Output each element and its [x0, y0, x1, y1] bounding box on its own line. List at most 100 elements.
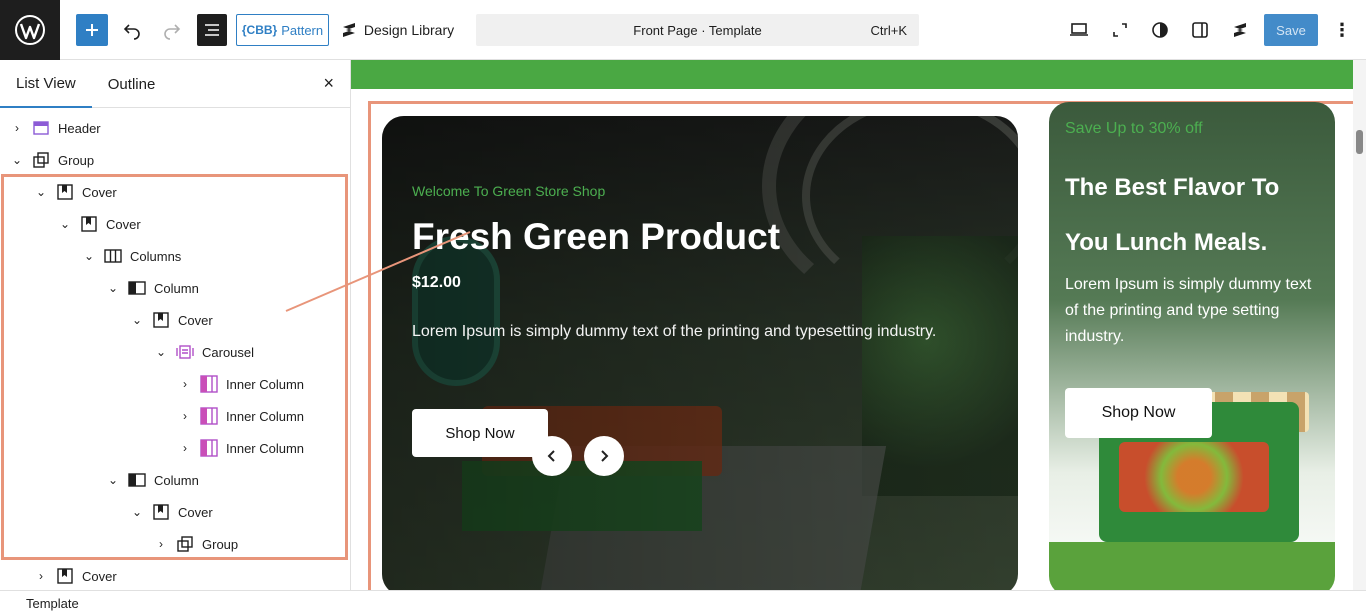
cover-icon: [56, 567, 74, 585]
expand-icon: [1113, 23, 1127, 37]
column-icon: [128, 279, 146, 297]
close-icon[interactable]: ×: [323, 73, 334, 94]
tree-item-group[interactable]: › Group: [154, 528, 238, 560]
plus-icon: [86, 24, 98, 36]
list-view-sidebar: List View Outline × › Header ⌄ Group ⌄ Cover ⌄…: [0, 60, 351, 590]
tree-item-label: Group: [202, 536, 239, 552]
cover-icon: [80, 215, 98, 233]
tree-item-inner-column[interactable]: › Inner Column: [178, 368, 304, 400]
list-view-toggle-button[interactable]: [197, 14, 227, 46]
chevron-down-icon[interactable]: ⌄: [82, 249, 96, 263]
styles-button[interactable]: [1145, 14, 1175, 46]
tree-item-cover[interactable]: › Cover: [34, 560, 117, 592]
tree-item-column[interactable]: ⌄ Column: [106, 272, 199, 304]
tree-item-label: Cover: [178, 312, 213, 328]
promo-shop-now-button[interactable]: Shop Now: [1065, 388, 1212, 438]
tree-item-label: Column: [154, 280, 199, 296]
tree-item-cover[interactable]: ⌄ Cover: [130, 496, 213, 528]
redo-icon: [164, 24, 181, 40]
fullscreen-button[interactable]: [1105, 14, 1135, 46]
carousel-prev-button[interactable]: [532, 436, 572, 476]
sidebar-icon: [1192, 22, 1208, 38]
group-icon: [32, 151, 50, 169]
tree-item-label: Columns: [130, 248, 182, 264]
hero-price[interactable]: $12.00: [412, 274, 461, 292]
tab-list-view[interactable]: List View: [0, 60, 92, 108]
tree-item-cover[interactable]: ⌄ Cover: [130, 304, 213, 336]
tree-item-carousel[interactable]: ⌄ Carousel: [154, 336, 254, 368]
editor-toolbar: {CBB} Pattern Design Library Front Page …: [0, 0, 1366, 60]
chevron-down-icon[interactable]: ⌄: [130, 313, 144, 327]
tree-item-label: Carousel: [202, 344, 255, 360]
tree-item-label: Cover: [178, 504, 213, 520]
cover-icon: [152, 311, 170, 329]
stackable-icon: [1234, 23, 1246, 37]
pattern-label: Pattern: [281, 22, 324, 38]
tree-item-label: Cover: [82, 184, 117, 200]
cover-icon: [56, 183, 74, 201]
tree-item-label: Inner Column: [226, 408, 305, 424]
tree-item-column[interactable]: ⌄ Column: [106, 464, 199, 496]
tree-item-inner-column[interactable]: › Inner Column: [178, 400, 304, 432]
cbb-badge: {CBB}: [241, 23, 278, 37]
scrollbar-thumb[interactable]: [1356, 130, 1363, 154]
undo-button[interactable]: [118, 14, 146, 46]
chevron-down-icon[interactable]: ⌄: [106, 281, 120, 295]
chevron-down-icon[interactable]: ⌄: [10, 153, 24, 167]
carousel-next-button[interactable]: [584, 436, 624, 476]
chevron-right-icon[interactable]: ›: [178, 441, 192, 455]
chevron-right-icon[interactable]: ›: [154, 537, 168, 551]
tree-item-group[interactable]: ⌄ Group: [10, 144, 94, 176]
hero-cover[interactable]: Welcome To Green Store Shop Fresh Green …: [382, 116, 1018, 590]
wordpress-logo-icon[interactable]: [0, 0, 60, 60]
chevron-down-icon[interactable]: ⌄: [58, 217, 72, 231]
hero-title[interactable]: Fresh Green Product: [412, 216, 780, 258]
editor-canvas: Welcome To Green Store Shop Fresh Green …: [351, 60, 1366, 590]
tree-item-label: Inner Column: [226, 376, 305, 392]
chevron-down-icon[interactable]: ⌄: [130, 505, 144, 519]
tree-item-label: Column: [154, 472, 199, 488]
more-options-button[interactable]: ⋮: [1330, 14, 1354, 46]
inner-column-icon: [200, 375, 218, 393]
chevron-right-icon[interactable]: ›: [178, 409, 192, 423]
tree-item-label: Header: [58, 120, 101, 136]
chevron-down-icon[interactable]: ⌄: [154, 345, 168, 359]
promo-cover[interactable]: Save Up to 30% off The Best Flavor To Yo…: [1049, 102, 1335, 590]
pattern-button[interactable]: {CBB} Pattern: [236, 14, 329, 46]
tree-item-inner-column[interactable]: › Inner Column: [178, 432, 304, 464]
shop-now-button[interactable]: Shop Now: [412, 409, 548, 457]
settings-sidebar-button[interactable]: [1185, 14, 1215, 46]
hero-subtitle[interactable]: Welcome To Green Store Shop: [412, 183, 605, 199]
design-library-button[interactable]: Design Library: [338, 14, 456, 46]
add-block-button[interactable]: [76, 14, 108, 46]
column-icon: [128, 471, 146, 489]
tree-item-columns[interactable]: ⌄ Columns: [82, 240, 181, 272]
redo-button[interactable]: [158, 14, 186, 46]
stackable-settings-button[interactable]: [1225, 14, 1255, 46]
promo-subtitle[interactable]: Save Up to 30% off: [1065, 120, 1203, 138]
chevron-right-icon[interactable]: ›: [178, 377, 192, 391]
command-palette-bar[interactable]: Front Page · Template Ctrl+K: [476, 14, 919, 46]
tree-item-cover[interactable]: ⌄ Cover: [58, 208, 141, 240]
promo-description[interactable]: Lorem Ipsum is simply dummy text of the …: [1065, 272, 1320, 350]
command-shortcut: Ctrl+K: [870, 22, 907, 38]
tree-item-label: Inner Column: [226, 440, 305, 456]
tab-outline[interactable]: Outline: [92, 60, 172, 108]
laptop-icon: [1070, 23, 1088, 36]
chevron-left-icon: [547, 450, 555, 462]
header-bar[interactable]: [351, 60, 1353, 89]
chevron-right-icon[interactable]: ›: [10, 121, 24, 135]
hero-description[interactable]: Lorem Ipsum is simply dummy text of the …: [412, 323, 1012, 341]
chevron-down-icon[interactable]: ⌄: [34, 185, 48, 199]
tree-item-cover[interactable]: ⌄ Cover: [34, 176, 117, 208]
group-icon: [176, 535, 194, 553]
save-button[interactable]: Save: [1264, 14, 1318, 46]
promo-title[interactable]: The Best Flavor To You Lunch Meals.: [1065, 160, 1325, 270]
chevron-right-icon[interactable]: ›: [34, 569, 48, 583]
breadcrumb[interactable]: Template: [26, 596, 79, 611]
chevron-down-icon[interactable]: ⌄: [106, 473, 120, 487]
canvas-scrollbar[interactable]: [1353, 60, 1366, 590]
preview-device-button[interactable]: [1064, 14, 1094, 46]
document-title: Front Page · Template: [633, 22, 762, 38]
tree-item-header[interactable]: › Header: [10, 112, 101, 144]
